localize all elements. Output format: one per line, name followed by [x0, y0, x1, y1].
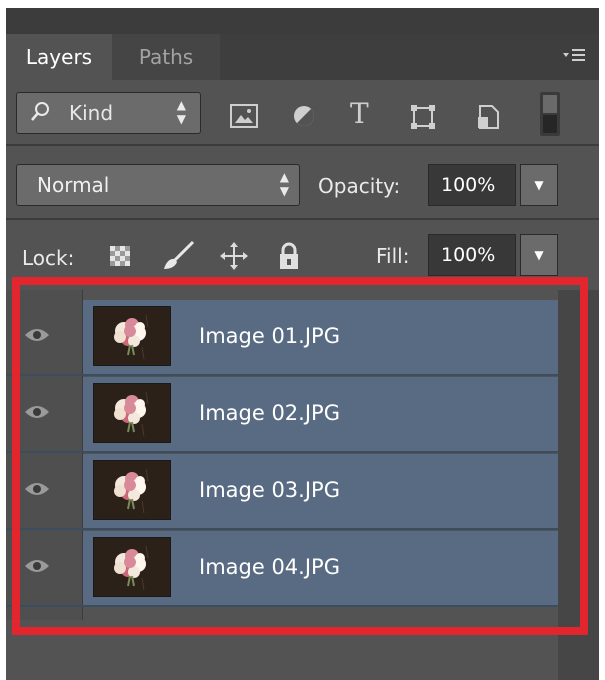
lock-position-icon[interactable]: [220, 242, 248, 274]
scrollbar-track[interactable]: [558, 290, 599, 680]
layer-body[interactable]: Image 01.JPG: [83, 300, 558, 374]
divider: [6, 144, 599, 146]
layer-name: Image 01.JPG: [199, 324, 340, 348]
eye-icon: [24, 481, 50, 501]
panel-top-strip: [6, 8, 599, 34]
shape-layer-filter-icon[interactable]: [410, 104, 436, 134]
layer-row[interactable]: Image 04.JPG: [6, 531, 558, 607]
eye-icon: [24, 327, 50, 347]
layer-body[interactable]: Image 04.JPG: [83, 531, 558, 605]
layer-list: Image 01.JPG Image 02.JPG Image 03.JPG Imag…: [6, 290, 599, 680]
visibility-toggle[interactable]: [6, 454, 82, 530]
layer-row[interactable]: Image 02.JPG: [6, 377, 558, 453]
eye-icon: [24, 404, 50, 424]
visibility-toggle[interactable]: [6, 531, 82, 607]
layer-body[interactable]: Image 03.JPG: [83, 454, 558, 528]
filter-toggle-icon[interactable]: [540, 92, 560, 140]
layer-thumbnail: [93, 537, 171, 597]
smart-object-filter-icon[interactable]: [476, 104, 500, 134]
tab-paths[interactable]: Paths: [112, 34, 220, 80]
lock-label: Lock:: [22, 246, 75, 270]
opacity-dropdown-button[interactable]: ▼: [520, 164, 558, 206]
blend-mode-value: Normal: [37, 173, 110, 197]
panel-menu-icon[interactable]: [563, 48, 585, 66]
layer-row[interactable]: Image 01.JPG: [6, 300, 558, 376]
tab-layers[interactable]: Layers: [6, 34, 112, 80]
layer-name: Image 04.JPG: [199, 555, 340, 579]
blend-mode-select[interactable]: Normal ▲ ▼: [16, 164, 300, 206]
kind-filter-label: Kind: [69, 101, 114, 125]
opacity-input[interactable]: 100%: [428, 164, 516, 206]
visibility-toggle[interactable]: [6, 300, 82, 376]
opacity-label: Opacity:: [318, 174, 401, 198]
adjustment-layer-filter-icon[interactable]: [292, 104, 316, 132]
chevron-updown-icon: ▲ ▼: [279, 170, 289, 198]
layer-thumbnail: [93, 306, 171, 366]
pixel-layer-filter-icon[interactable]: [230, 104, 258, 132]
fill-dropdown-button[interactable]: ▼: [520, 234, 558, 276]
divider: [6, 218, 599, 220]
lock-transparent-pixels-icon[interactable]: [110, 246, 130, 270]
layer-name: Image 03.JPG: [199, 478, 340, 502]
lock-image-pixels-icon[interactable]: [162, 240, 196, 274]
kind-filter-select[interactable]: Kind ▲ ▼: [16, 92, 201, 134]
fill-label: Fill:: [376, 244, 410, 268]
type-layer-filter-icon[interactable]: T: [350, 100, 369, 128]
lock-all-icon[interactable]: [278, 242, 300, 274]
fill-input[interactable]: 100%: [428, 234, 516, 276]
layer-row[interactable]: Image 03.JPG: [6, 454, 558, 530]
chevron-updown-icon: ▲ ▼: [176, 98, 186, 126]
visibility-toggle[interactable]: [6, 377, 82, 453]
search-icon: [29, 101, 51, 128]
tab-bar: Layers Paths: [6, 34, 599, 80]
layer-name: Image 02.JPG: [199, 401, 340, 425]
layers-panel: Layers Paths Kind ▲ ▼ T Normal ▲ ▼ Opaci…: [6, 8, 599, 680]
layer-body[interactable]: Image 02.JPG: [83, 377, 558, 451]
eye-icon: [24, 558, 50, 578]
layer-thumbnail: [93, 383, 171, 443]
layer-thumbnail: [93, 460, 171, 520]
